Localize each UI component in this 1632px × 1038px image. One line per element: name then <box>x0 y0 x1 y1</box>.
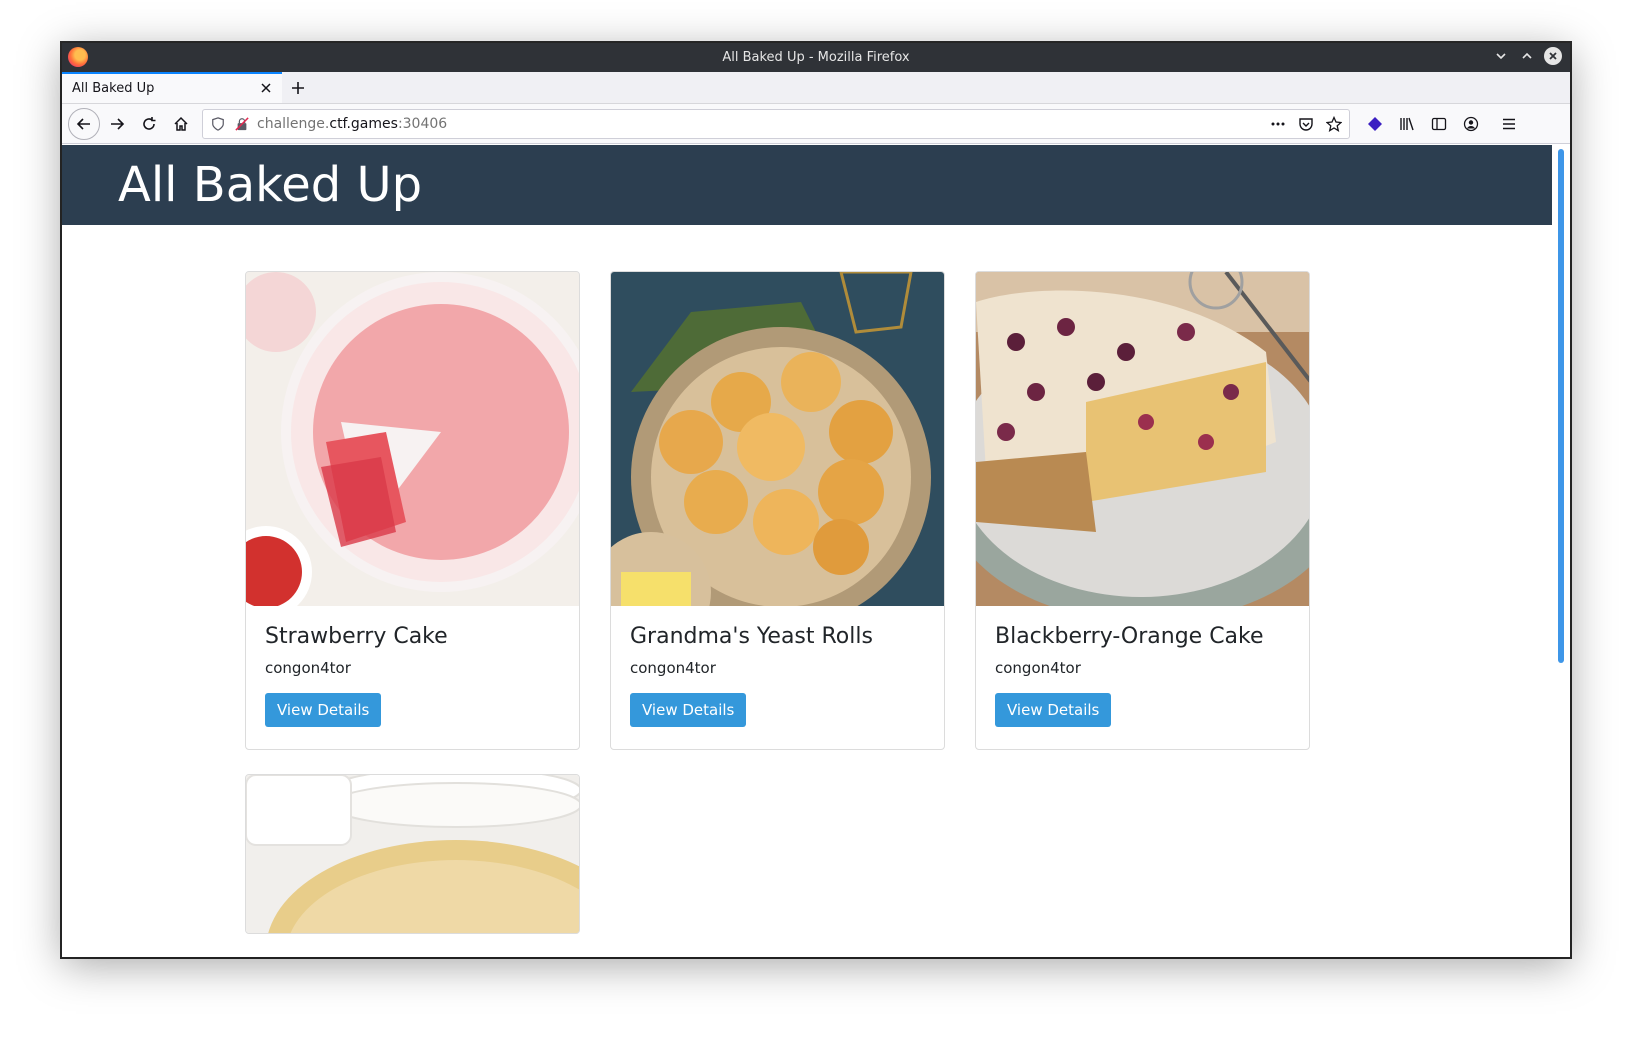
view-details-button[interactable]: View Details <box>995 693 1112 727</box>
reload-icon <box>143 116 156 130</box>
title-bar: All Baked Up - Mozilla Firefox <box>62 43 1570 72</box>
recipe-card: Strawberry Cake congon4tor View Details <box>245 271 580 750</box>
maximize-icon[interactable] <box>1518 47 1536 65</box>
minimize-icon[interactable] <box>1492 47 1510 65</box>
close-window-icon[interactable] <box>1544 47 1562 65</box>
site-header: All Baked Up <box>62 145 1552 225</box>
arrow-left-icon <box>76 117 90 130</box>
window-controls <box>1492 47 1562 65</box>
site-title: All Baked Up <box>118 157 423 213</box>
forward-button[interactable] <box>102 109 132 139</box>
url-port: :30406 <box>397 115 448 132</box>
new-tab-button[interactable] <box>282 72 314 103</box>
tab-all-baked-up[interactable]: All Baked Up <box>62 72 282 103</box>
tab-strip: All Baked Up <box>62 72 1570 104</box>
browser-window: All Baked Up - Mozilla Firefox All Baked… <box>62 43 1570 957</box>
tab-close-icon[interactable] <box>258 80 274 96</box>
library-icon[interactable] <box>1396 113 1418 135</box>
recipe-author: congon4tor <box>630 659 716 677</box>
recipe-title[interactable]: Strawberry Cake <box>265 624 560 649</box>
page-content: All Baked Up Strawberry Cake congon4tor … <box>62 145 1570 957</box>
recipe-card <box>245 774 580 934</box>
sidebar-icon[interactable] <box>1428 113 1450 135</box>
plus-icon <box>292 81 304 94</box>
window-title: All Baked Up - Mozilla Firefox <box>722 50 910 65</box>
firefox-logo-icon <box>68 47 88 67</box>
arrow-right-icon <box>111 117 125 130</box>
url-subdomain: challenge. <box>257 115 330 132</box>
url-bar[interactable]: challenge.ctf.games:30406 <box>202 108 1350 139</box>
url-actions <box>1269 115 1343 133</box>
tab-label: All Baked Up <box>72 81 155 96</box>
url-domain: ctf.games <box>329 115 398 132</box>
recipe-author: congon4tor <box>265 659 351 677</box>
account-icon[interactable] <box>1460 113 1482 135</box>
insecure-lock-icon[interactable] <box>233 115 251 133</box>
shield-icon[interactable] <box>209 115 227 133</box>
view-details-button[interactable]: View Details <box>630 693 747 727</box>
reload-button[interactable] <box>134 109 164 139</box>
recipe-title[interactable]: Blackberry-Orange Cake <box>995 624 1290 649</box>
nav-bar: challenge.ctf.games:30406 <box>62 104 1570 144</box>
recipe-card: Blackberry-Orange Cake congon4tor View D… <box>975 271 1310 750</box>
scrollbar[interactable] <box>1558 149 1564 663</box>
pocket-icon[interactable] <box>1297 115 1315 133</box>
recipe-grid: Strawberry Cake congon4tor View Details <box>245 271 1310 934</box>
toolbar-icons <box>1364 113 1520 135</box>
back-button[interactable] <box>68 107 100 140</box>
recipe-image-pie[interactable] <box>246 775 579 933</box>
recipe-image-blackberry-orange-cake[interactable] <box>976 272 1309 606</box>
recipe-author: congon4tor <box>995 659 1081 677</box>
bookmark-star-icon[interactable] <box>1325 115 1343 133</box>
recipe-title[interactable]: Grandma's Yeast Rolls <box>630 624 925 649</box>
home-button[interactable] <box>166 109 196 139</box>
home-icon <box>174 116 188 131</box>
extension-icon[interactable] <box>1364 113 1386 135</box>
page-actions-icon[interactable] <box>1269 115 1287 133</box>
menu-icon[interactable] <box>1498 113 1520 135</box>
recipe-image-yeast-rolls[interactable] <box>611 272 944 606</box>
view-details-button[interactable]: View Details <box>265 693 382 727</box>
recipe-image-strawberry-cake[interactable] <box>246 272 579 606</box>
recipe-card: Grandma's Yeast Rolls congon4tor View De… <box>610 271 945 750</box>
url-text[interactable]: challenge.ctf.games:30406 <box>257 116 447 132</box>
